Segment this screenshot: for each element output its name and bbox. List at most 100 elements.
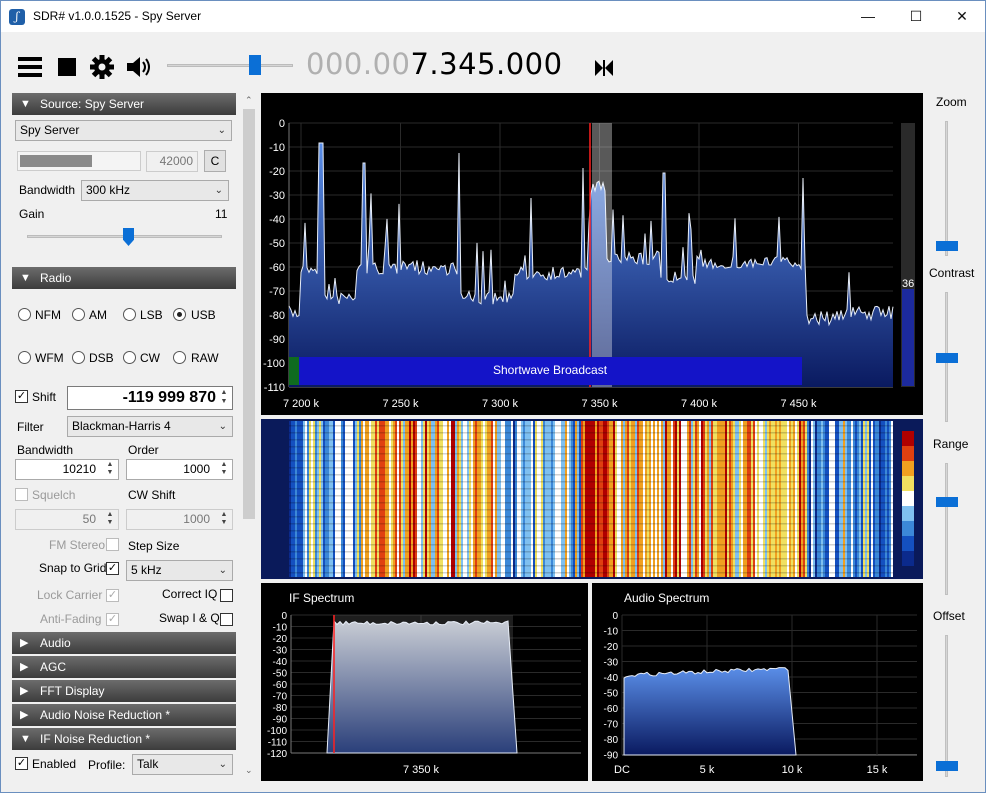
waterfall-row [289, 509, 893, 511]
cw-shift-field[interactable]: 1000 ▲ ▼ [126, 509, 233, 530]
zoom-slider[interactable] [945, 121, 948, 256]
waterfall-column [309, 421, 311, 577]
anti-fading-checkbox[interactable]: ✓ [106, 613, 119, 626]
mode-radio-cw[interactable] [123, 351, 136, 364]
swap-iq-checkbox[interactable] [220, 613, 233, 626]
snap-to-grid-checkbox[interactable]: ✓ [106, 562, 119, 575]
lock-carrier-label: Lock Carrier [37, 588, 103, 602]
section-header-agc[interactable]: ▶ AGC [12, 656, 236, 678]
waterfall-column [307, 421, 309, 577]
waterfall-column [473, 421, 475, 577]
mode-radio-nfm[interactable] [18, 308, 31, 321]
mode-radio-usb[interactable] [173, 308, 186, 321]
port-field[interactable]: 42000 [146, 151, 198, 172]
volume-slider[interactable] [167, 64, 293, 67]
section-header-source[interactable]: ▼ Source: Spy Server [12, 93, 236, 115]
section-header-audio-noise-reduction[interactable]: ▶ Audio Noise Reduction * [12, 704, 236, 726]
squelch-checkbox[interactable] [15, 488, 28, 501]
waterfall-column [877, 421, 879, 577]
collapse-arrow-icon: ▼ [20, 98, 31, 110]
section-title: Audio [40, 636, 71, 650]
spinner-icon[interactable]: ▲ ▼ [217, 461, 231, 478]
waterfall-column [633, 421, 635, 577]
frequency-display[interactable]: 000.007.345.000 [306, 47, 563, 81]
mode-radio-lsb[interactable] [123, 308, 136, 321]
waterfall-column [553, 421, 555, 577]
gain-slider-thumb[interactable] [123, 228, 134, 246]
y-tick-label: -70 [604, 720, 619, 731]
step-size-select[interactable]: 5 kHz ⌄ [126, 560, 233, 581]
range-slider[interactable] [945, 463, 948, 595]
maximize-button[interactable]: ☐ [893, 1, 939, 32]
section-header-radio[interactable]: ▼ Radio [12, 267, 236, 289]
waterfall-column [789, 421, 791, 577]
filter-select[interactable]: Blackman-Harris 4 ⌄ [67, 416, 233, 437]
menu-icon[interactable] [17, 53, 45, 81]
filter-bandwidth-field[interactable]: 10210 ▲ ▼ [15, 459, 119, 480]
x-tick-label: 7 350 k [403, 764, 440, 776]
speaker-icon[interactable] [125, 53, 153, 81]
profile-select[interactable]: Talk ⌄ [132, 754, 233, 775]
panel-scrollbar[interactable]: ⌃ ⌄ [240, 93, 258, 783]
zoom-slider-thumb[interactable] [936, 241, 958, 251]
stop-icon[interactable] [55, 53, 83, 81]
offset-slider[interactable] [945, 635, 948, 777]
mode-radio-am[interactable] [72, 308, 85, 321]
offset-slider-thumb[interactable] [936, 761, 958, 771]
scroll-up-icon[interactable]: ⌃ [245, 95, 253, 106]
waterfall-column [613, 421, 615, 577]
audio-spectrum-panel[interactable]: Audio Spectrum 0 -10 -20 -30 -40 -50 -60 -70 -80 -… [592, 583, 923, 781]
spinner-icon[interactable]: ▲ ▼ [103, 461, 117, 478]
section-header-audio[interactable]: ▶ Audio [12, 632, 236, 654]
shift-field[interactable]: -119 999 870 ▲ ▼ [67, 386, 233, 410]
correct-iq-label: Correct IQ [162, 587, 218, 601]
volume-slider-thumb[interactable] [249, 55, 261, 75]
gear-icon[interactable] [89, 53, 117, 81]
shift-spinner-icon[interactable]: ▲ ▼ [217, 388, 231, 408]
if-spectrum-panel[interactable]: IF Spectrum 0 -10 -20 -30 -40 -50 -60 -70 -80 -90-… [261, 583, 588, 781]
waterfall-display[interactable] [261, 419, 923, 579]
tune-center-icon[interactable] [593, 57, 617, 79]
scroll-down-icon[interactable]: ⌄ [245, 765, 253, 776]
y-tick-label: -30 [269, 190, 285, 202]
waterfall-column [583, 421, 585, 577]
y-tick-label: -50 [604, 689, 619, 700]
waterfall-column [577, 421, 579, 577]
waterfall-column [729, 421, 731, 577]
close-button[interactable]: ✕ [939, 1, 985, 32]
range-slider-thumb[interactable] [936, 497, 958, 507]
source-device-select[interactable]: Spy Server ⌄ [15, 120, 232, 141]
lock-carrier-checkbox[interactable]: ✓ [106, 589, 119, 602]
section-header-if-noise-reduction[interactable]: ▼ IF Noise Reduction * [12, 728, 236, 750]
order-field[interactable]: 1000 ▲ ▼ [126, 459, 233, 480]
waterfall-column [549, 421, 551, 577]
source-bandwidth-select[interactable]: 300 kHz ⌄ [81, 180, 229, 201]
gain-value: 11 [215, 207, 228, 221]
minimize-button[interactable]: — [845, 1, 891, 32]
connect-button[interactable]: C [204, 150, 226, 172]
scrollbar-thumb[interactable] [243, 109, 255, 519]
fm-stereo-checkbox[interactable] [106, 538, 119, 551]
shift-checkbox[interactable]: ✓ [15, 390, 28, 403]
mode-radio-dsb[interactable] [72, 351, 85, 364]
mode-radio-wfm[interactable] [18, 351, 31, 364]
ifnr-enabled-checkbox[interactable]: ✓ [15, 757, 28, 770]
waterfall-row [289, 446, 893, 448]
spinner-icon[interactable]: ▲ ▼ [217, 511, 231, 528]
waterfall-column [687, 421, 689, 577]
waterfall-column [855, 421, 857, 577]
level-value: 36 [902, 278, 914, 290]
waterfall-column [785, 421, 787, 577]
contrast-slider-thumb[interactable] [936, 353, 958, 363]
squelch-field[interactable]: 50 ▲ ▼ [15, 509, 119, 530]
waterfall-colorbar [902, 551, 914, 566]
spinner-icon[interactable]: ▲ ▼ [103, 511, 117, 528]
waterfall-column [723, 421, 725, 577]
control-panel: ▼ Source: Spy Server Spy Server ⌄ 42000 C … [11, 93, 258, 783]
mode-radio-raw[interactable] [173, 351, 186, 364]
spectrum-analyzer[interactable]: 0 -10 -20 -30 -40 -50 -60 -70 -80 -90 -100 -110 7 20… [261, 93, 923, 415]
section-header-fft-display[interactable]: ▶ FFT Display [12, 680, 236, 702]
correct-iq-checkbox[interactable] [220, 589, 233, 602]
waterfall-column [749, 421, 751, 577]
waterfall-column [681, 421, 683, 577]
